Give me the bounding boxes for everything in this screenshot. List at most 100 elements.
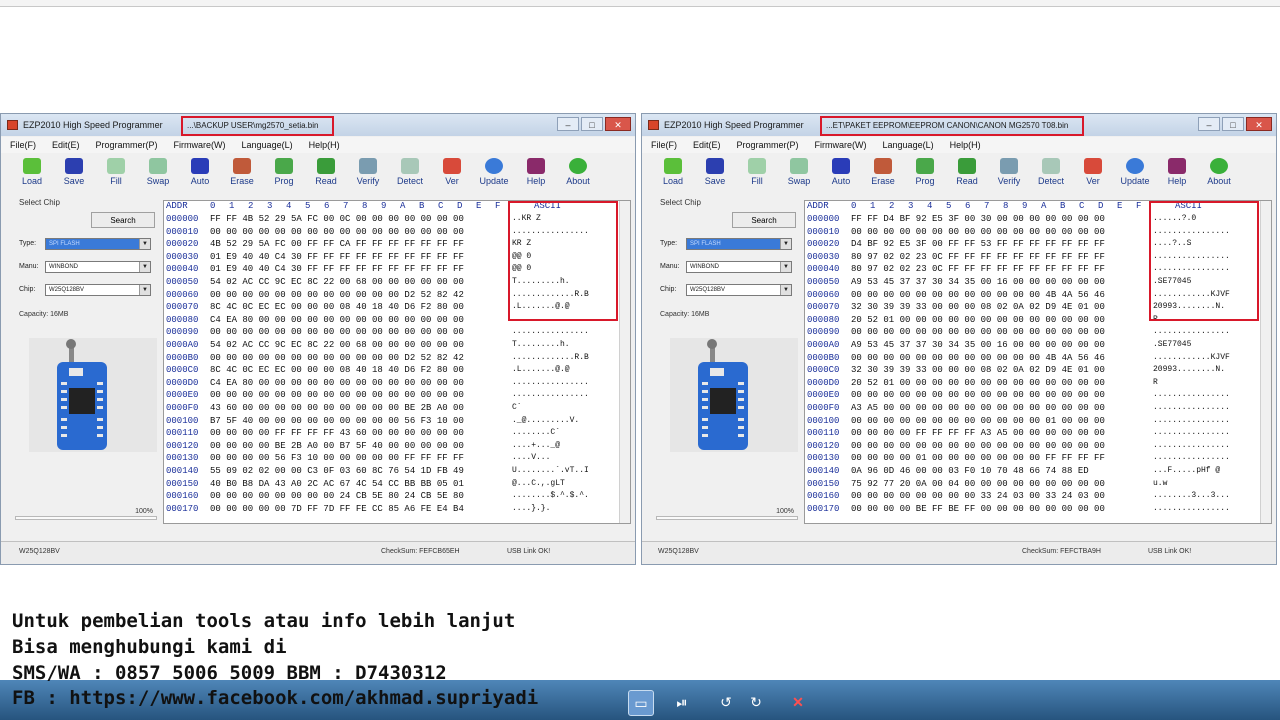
hex-row[interactable]: 000130 00 00 00 00 56 F3 10 00 00 00 00 0… [164, 453, 620, 465]
update-button[interactable]: Update [1114, 154, 1156, 194]
hex-bytes: 32 30 39 39 33 00 00 00 08 02 0A 02 D9 4… [851, 365, 1105, 376]
hex-row[interactable]: 000170 00 00 00 00 BE FF BE FF 00 00 00 0… [805, 504, 1261, 516]
read-button[interactable]: Read [946, 154, 988, 194]
menu-file[interactable]: File(F) [642, 137, 684, 153]
maximize-button[interactable]: □ [581, 117, 603, 131]
manu-select[interactable]: WINBOND ▼ [686, 261, 792, 273]
redo-icon[interactable]: ↻ [744, 690, 768, 714]
menu-file[interactable]: File(F) [1, 137, 43, 153]
search-button[interactable]: Search [732, 212, 796, 228]
read-button[interactable]: Read [305, 154, 347, 194]
update-button[interactable]: Update [473, 154, 515, 194]
hex-editor[interactable]: ADDR 0 1 2 3 4 5 6 7 8 9 A B C D E F ASCII 000000 FF FF D4… [804, 200, 1272, 524]
minimize-button[interactable]: – [1198, 117, 1220, 131]
auto-button[interactable]: Auto [179, 154, 221, 194]
save-button[interactable]: Save [53, 154, 95, 194]
verify-button[interactable]: Verify [988, 154, 1030, 194]
prog-button[interactable]: Prog [904, 154, 946, 194]
hex-row[interactable]: 000090 00 00 00 00 00 00 00 00 00 00 00 0… [805, 327, 1261, 339]
hex-row[interactable]: 000130 00 00 00 00 01 00 00 00 00 00 00 0… [805, 453, 1261, 465]
search-button[interactable]: Search [91, 212, 155, 228]
fill-button[interactable]: Fill [95, 154, 137, 194]
auto-button[interactable]: Auto [820, 154, 862, 194]
type-select[interactable]: SPI FLASH ▼ [686, 238, 792, 250]
fill-button[interactable]: Fill [736, 154, 778, 194]
close-icon[interactable]: ✕ [786, 690, 810, 714]
hex-row[interactable]: 0000E0 00 00 00 00 00 00 00 00 00 00 00 0… [164, 390, 620, 402]
hex-row[interactable]: 0000E0 00 00 00 00 00 00 00 00 00 00 00 0… [805, 390, 1261, 402]
window-icon[interactable]: ▭ [628, 690, 654, 716]
menu-edit[interactable]: Edit(E) [684, 137, 728, 153]
hex-row[interactable]: 0000C0 32 30 39 39 33 00 00 00 08 02 0A 0… [805, 365, 1261, 377]
ver-button[interactable]: Ver [431, 154, 473, 194]
hex-row[interactable]: 000170 00 00 00 00 00 7D FF 7D FF FE CC 8… [164, 504, 620, 516]
menu-programmer[interactable]: Programmer(P) [728, 137, 806, 153]
hex-row[interactable]: 000160 00 00 00 00 00 00 00 00 24 CB 5E 8… [164, 491, 620, 503]
detect-button[interactable]: Detect [389, 154, 431, 194]
hex-row[interactable]: 000140 0A 96 0D 46 00 00 03 F0 10 70 48 6… [805, 466, 1261, 478]
hex-bytes: 4B 52 29 5A FC 00 FF FF CA FF FF FF FF F… [210, 239, 464, 250]
menu-help[interactable]: Help(H) [941, 137, 988, 153]
hex-editor[interactable]: ADDR 0 1 2 3 4 5 6 7 8 9 A B C D E F ASCII 000000 FF FF 4B… [163, 200, 631, 524]
hex-row[interactable]: 0000F0 43 60 00 00 00 00 00 00 00 00 00 0… [164, 403, 620, 415]
save-button[interactable]: Save [694, 154, 736, 194]
help-button[interactable]: Help [1156, 154, 1198, 194]
load-button[interactable]: Load [11, 154, 53, 194]
hex-row[interactable]: 000110 00 00 00 00 FF FF FF FF 43 60 00 0… [164, 428, 620, 440]
prog-button[interactable]: Prog [263, 154, 305, 194]
hex-row[interactable]: 0000B0 00 00 00 00 00 00 00 00 00 00 00 0… [164, 353, 620, 365]
hex-row[interactable]: 000140 55 09 02 02 00 00 C3 0F 03 60 8C 7… [164, 466, 620, 478]
hex-row[interactable]: 0000A0 54 02 AC CC 9C EC 8C 22 00 68 00 0… [164, 340, 620, 352]
swap-button[interactable]: Swap [778, 154, 820, 194]
hex-row[interactable]: 0000D0 C4 EA 80 00 00 00 00 00 00 00 00 0… [164, 378, 620, 390]
menu-language[interactable]: Language(L) [874, 137, 941, 153]
menu-firmware[interactable]: Firmware(W) [165, 137, 233, 153]
hex-row[interactable]: 000150 75 92 77 20 0A 00 04 00 00 00 00 0… [805, 479, 1261, 491]
close-button[interactable]: ✕ [605, 117, 631, 131]
vertical-scrollbar[interactable] [1260, 201, 1271, 523]
chip-select[interactable]: W25Q128BV ▼ [686, 284, 792, 296]
type-select[interactable]: SPI FLASH ▼ [45, 238, 151, 250]
hex-row[interactable]: 000150 40 B0 B8 DA 43 A0 2C AC 67 4C 54 C… [164, 479, 620, 491]
hex-row[interactable]: 000100 B7 5F 40 00 00 00 00 00 00 00 00 0… [164, 416, 620, 428]
about-button[interactable]: About [1198, 154, 1240, 194]
verify-button[interactable]: Verify [347, 154, 389, 194]
swap-button[interactable]: Swap [137, 154, 179, 194]
erase-button[interactable]: Erase [221, 154, 263, 194]
hex-row[interactable]: 000120 00 00 00 00 BE 2B A0 00 B7 5F 40 0… [164, 441, 620, 453]
erase-button[interactable]: Erase [862, 154, 904, 194]
help-button[interactable]: Help [515, 154, 557, 194]
hex-row[interactable]: 000110 00 00 00 00 FF FF FF FF A3 A5 00 0… [805, 428, 1261, 440]
manu-select[interactable]: WINBOND ▼ [45, 261, 151, 273]
detect-button[interactable]: Detect [1030, 154, 1072, 194]
hex-row[interactable]: 0000B0 00 00 00 00 00 00 00 00 00 00 00 0… [805, 353, 1261, 365]
menu-firmware[interactable]: Firmware(W) [806, 137, 874, 153]
vertical-scrollbar[interactable] [619, 201, 630, 523]
menu-programmer[interactable]: Programmer(P) [87, 137, 165, 153]
hex-row[interactable]: 000160 00 00 00 00 00 00 00 00 33 24 03 0… [805, 491, 1261, 503]
title-bar[interactable]: EZP2010 High Speed Programmer ...ET\PAKE… [642, 114, 1276, 136]
hex-row[interactable]: 0000D0 20 52 01 00 00 00 00 00 00 00 00 0… [805, 378, 1261, 390]
load-button[interactable]: Load [652, 154, 694, 194]
hex-row[interactable]: 000090 00 00 00 00 00 00 00 00 00 00 00 0… [164, 327, 620, 339]
play-pause-icon[interactable]: ⏯ [670, 690, 694, 714]
close-button[interactable]: ✕ [1246, 117, 1272, 131]
hex-row[interactable]: 0000F0 A3 A5 00 00 00 00 00 00 00 00 00 0… [805, 403, 1261, 415]
hex-bytes: 00 00 00 00 00 00 00 00 00 00 00 00 4B 4… [851, 352, 1105, 363]
menu-language[interactable]: Language(L) [233, 137, 300, 153]
hex-row[interactable]: 000120 00 00 00 00 00 00 00 00 00 00 00 0… [805, 441, 1261, 453]
undo-icon[interactable]: ↺ [714, 690, 738, 714]
ver-button[interactable]: Ver [1072, 154, 1114, 194]
menu-edit[interactable]: Edit(E) [43, 137, 87, 153]
minimize-button[interactable]: – [557, 117, 579, 131]
title-bar[interactable]: EZP2010 High Speed Programmer ...\BACKUP… [1, 114, 635, 136]
hex-row[interactable]: 000100 00 00 00 00 00 00 00 00 00 00 00 0… [805, 416, 1261, 428]
book-icon [1168, 158, 1186, 174]
chip-select[interactable]: W25Q128BV ▼ [45, 284, 151, 296]
hex-row[interactable]: 0000A0 A9 53 45 37 37 30 34 35 00 16 00 0… [805, 340, 1261, 352]
about-button[interactable]: About [557, 154, 599, 194]
menu-help[interactable]: Help(H) [300, 137, 347, 153]
maximize-button[interactable]: □ [1222, 117, 1244, 131]
hex-address: 0000E0 [166, 390, 199, 401]
hex-row[interactable]: 0000C0 8C 4C 0C EC EC 00 00 00 08 40 18 4… [164, 365, 620, 377]
